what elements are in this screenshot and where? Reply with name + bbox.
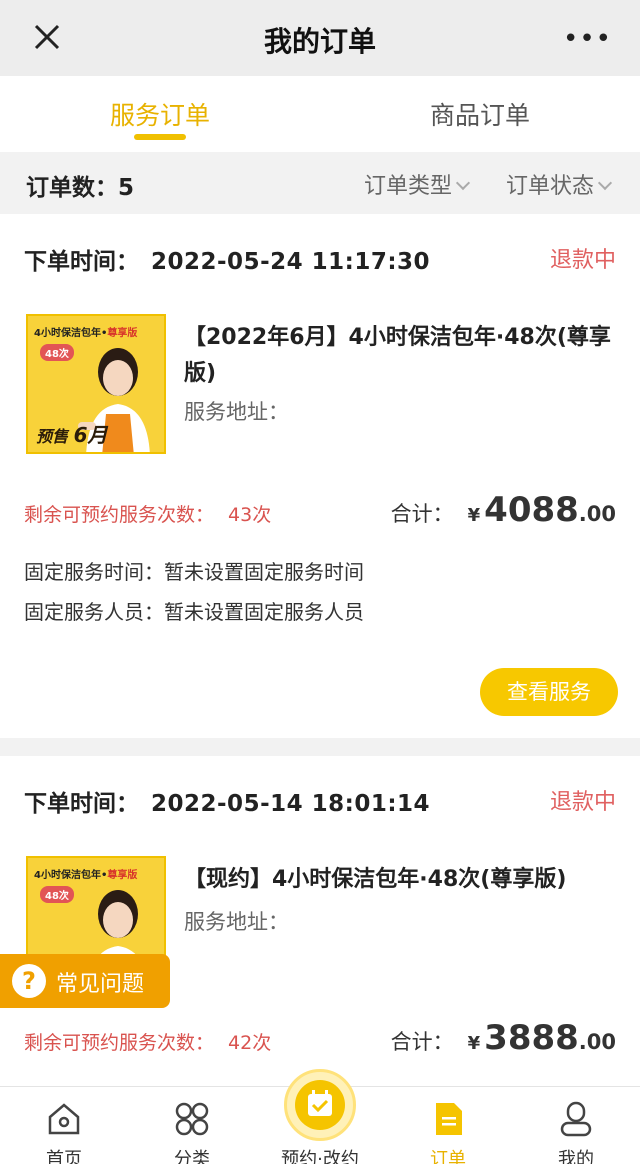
thumb-badge: 48次 xyxy=(40,886,74,903)
calendar-check-icon xyxy=(295,1080,345,1130)
more-options-icon[interactable]: ••• xyxy=(563,24,612,54)
category-icon xyxy=(175,1102,209,1136)
book-reschedule-button[interactable] xyxy=(284,1069,356,1141)
bottom-nav: 首页 分类 预约·改约 订单 我的 xyxy=(0,1069,640,1164)
order-card[interactable]: 下单时间： 2022-05-24 11:17:30 退款中 4小时保洁包年•尊享版… xyxy=(0,214,640,738)
currency-symbol: ¥ xyxy=(467,505,481,526)
faq-label: 常见问题 xyxy=(56,972,145,997)
question-icon: ? xyxy=(12,964,46,998)
view-service-button[interactable]: 查看服务 xyxy=(480,668,618,716)
nav-home-label: 首页 xyxy=(46,1149,82,1164)
page-title: 我的订单 xyxy=(263,25,376,58)
nav-category-label: 分类 xyxy=(174,1149,210,1164)
thumb-presale-month: 6月 xyxy=(73,423,108,447)
total-amount-decimal: .00 xyxy=(578,502,616,526)
fixed-service-time-value: 暂未设置固定服务时间 xyxy=(164,560,364,584)
order-count-label: 订单数： xyxy=(26,175,118,201)
thumb-caption: 4小时保洁包年•尊享版 xyxy=(34,870,138,881)
remaining-count: 剩余可预约服务次数： 42次 xyxy=(24,1028,271,1055)
order-count-value: 5 xyxy=(118,175,135,201)
product-title[interactable]: 【现约】4小时保洁包年·48次(尊享版) xyxy=(184,862,624,898)
order-count: 订单数：5 xyxy=(26,168,134,202)
chevron-down-icon xyxy=(455,175,471,191)
order-type-filter[interactable]: 订单类型 xyxy=(364,168,471,200)
tab-product-orders[interactable]: 商品订单 xyxy=(320,96,640,132)
fixed-service-staff-label: 固定服务人员： xyxy=(24,600,164,624)
thumb-vip-text: 尊享版 xyxy=(107,870,138,881)
order-tabs: 服务订单 商品订单 xyxy=(0,76,640,152)
order-total: 合计： ¥4088.00 xyxy=(391,490,616,530)
total-label: 合计： xyxy=(390,1030,454,1054)
total-amount-integer: 4088 xyxy=(484,490,579,530)
filter-bar: 订单数：5 订单类型 订单状态 xyxy=(0,152,640,214)
nav-orders-label: 订单 xyxy=(430,1149,466,1164)
order-time-value: 2022-05-14 18:01:14 xyxy=(151,791,431,817)
fixed-service-staff-value: 暂未设置固定服务人员 xyxy=(164,600,364,624)
product-title[interactable]: 【2022年6月】4小时保洁包年·48次(尊享版) xyxy=(184,320,624,392)
remaining-count-value: 42次 xyxy=(228,1032,272,1054)
total-amount-integer: 3888 xyxy=(484,1018,579,1058)
tab-service-orders[interactable]: 服务订单 xyxy=(0,96,320,132)
order-doc-icon xyxy=(436,1103,462,1135)
currency-symbol: ¥ xyxy=(467,1033,481,1054)
status-badge: 退款中 xyxy=(549,248,616,273)
order-time-value: 2022-05-24 11:17:30 xyxy=(151,249,431,275)
remaining-count-label: 剩余可预约服务次数： xyxy=(24,1032,215,1054)
faq-button[interactable]: ? 常见问题 xyxy=(0,954,170,1008)
thumb-caption-text: 4小时保洁包年 xyxy=(34,870,101,881)
chevron-down-icon xyxy=(597,175,613,191)
remaining-count: 剩余可预约服务次数： 43次 xyxy=(24,500,271,527)
total-amount-decimal: .00 xyxy=(578,1030,616,1054)
nav-book-label: 预约·改约 xyxy=(281,1149,359,1164)
thumb-presale: 预售 6月 xyxy=(36,419,108,448)
order-status-filter[interactable]: 订单状态 xyxy=(506,168,613,200)
product-thumbnail[interactable]: 4小时保洁包年•尊享版 48次 预售 6月 xyxy=(26,314,166,454)
top-bar: 我的订单 ••• xyxy=(0,0,640,76)
status-badge: 退款中 xyxy=(549,790,616,815)
thumb-caption: 4小时保洁包年•尊享版 xyxy=(34,328,138,339)
fixed-service-time-label: 固定服务时间： xyxy=(24,560,164,584)
thumb-caption-text: 4小时保洁包年 xyxy=(34,328,101,339)
remaining-count-label: 剩余可预约服务次数： xyxy=(24,504,215,526)
order-total: 合计： ¥3888.00 xyxy=(391,1018,616,1058)
fixed-service-time: 固定服务时间：暂未设置固定服务时间 xyxy=(24,556,364,585)
service-address-label: 服务地址： xyxy=(184,910,289,934)
order-status-label: 订单状态 xyxy=(506,174,595,199)
order-type-label: 订单类型 xyxy=(364,174,453,199)
thumb-vip-text: 尊享版 xyxy=(107,328,138,339)
calendar-check-glyph xyxy=(308,1090,332,1116)
order-card[interactable]: 下单时间： 2022-05-14 18:01:14 退款中 4小时保洁包年•尊享版… xyxy=(0,756,640,1086)
nav-profile-label: 我的 xyxy=(558,1149,594,1164)
order-time: 下单时间： 2022-05-14 18:01:14 xyxy=(24,784,430,818)
home-icon xyxy=(48,1103,80,1135)
fixed-service-staff: 固定服务人员：暂未设置固定服务人员 xyxy=(24,596,364,625)
profile-icon xyxy=(560,1101,592,1137)
thumb-presale-text: 预售 xyxy=(36,427,69,446)
total-label: 合计： xyxy=(390,502,454,526)
service-address-label: 服务地址： xyxy=(184,400,289,424)
order-time: 下单时间： 2022-05-24 11:17:30 xyxy=(24,242,430,276)
thumb-badge: 48次 xyxy=(40,344,74,361)
order-time-label: 下单时间： xyxy=(24,249,139,275)
remaining-count-value: 43次 xyxy=(228,504,272,526)
order-time-label: 下单时间： xyxy=(24,791,139,817)
active-tab-indicator xyxy=(134,134,186,140)
